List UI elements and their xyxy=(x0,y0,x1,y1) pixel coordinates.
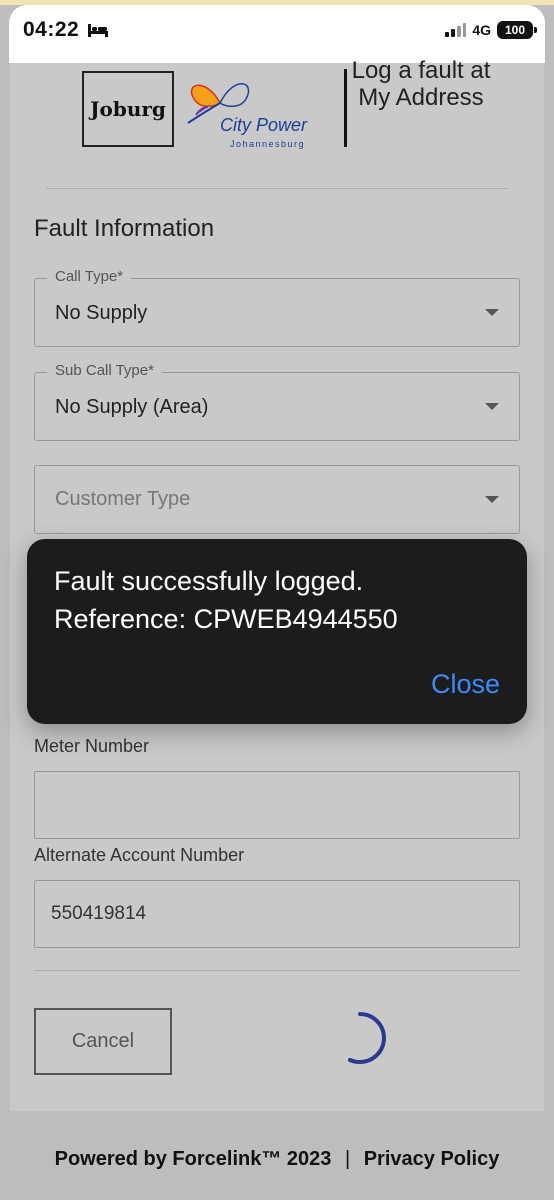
status-left: 04:22 xyxy=(23,18,109,42)
alternate-account-label: Alternate Account Number xyxy=(34,845,245,865)
header-row: Joburg City Power Johannesburg Log a fau… xyxy=(10,57,544,188)
close-button[interactable]: Close xyxy=(431,669,500,700)
meter-number-label: Meter Number xyxy=(34,736,150,756)
success-alert: Fault successfully logged. Reference: CP… xyxy=(27,539,527,724)
call-type-select[interactable]: Call Type* No Supply xyxy=(34,268,520,347)
status-bar: 04:22 4G 100 xyxy=(9,5,545,63)
call-type-label: Call Type* xyxy=(47,268,132,285)
network-type: 4G xyxy=(472,22,491,38)
page-heading: Log a fault at My Address xyxy=(351,57,491,111)
citypower-subtitle: Johannesburg xyxy=(230,139,306,149)
meter-number-input[interactable] xyxy=(34,771,520,839)
customer-type-select[interactable]: Customer Type xyxy=(34,465,520,534)
footer: Powered by Forcelink™ 2023 | Privacy Pol… xyxy=(0,1148,554,1171)
bed-icon xyxy=(88,24,109,37)
signal-icon xyxy=(445,23,467,37)
alternate-account-input[interactable]: 550419814 xyxy=(34,880,520,948)
header-separator xyxy=(46,188,508,189)
header-divider xyxy=(344,69,347,147)
sub-call-type-select[interactable]: Sub Call Type* No Supply (Area) xyxy=(34,362,520,441)
chevron-down-icon xyxy=(485,309,499,316)
battery-indicator: 100 xyxy=(497,21,537,39)
status-right: 4G 100 xyxy=(444,21,537,39)
loading-spinner-icon xyxy=(348,1012,386,1064)
form-separator xyxy=(34,970,520,971)
section-title: Fault Information xyxy=(34,215,215,242)
citypower-logo: City Power Johannesburg xyxy=(180,73,322,153)
citypower-title: City Power xyxy=(220,115,308,135)
powered-by-text: Powered by Forcelink™ 2023 xyxy=(54,1148,332,1170)
sub-call-type-value: No Supply (Area) xyxy=(55,396,209,418)
alert-line-1: Fault successfully logged. xyxy=(54,566,364,596)
chevron-down-icon xyxy=(485,496,499,503)
chevron-down-icon xyxy=(485,403,499,410)
cancel-button[interactable]: Cancel xyxy=(34,1008,172,1075)
alert-line-2: Reference: CPWEB4944550 xyxy=(54,604,398,634)
status-time: 04:22 xyxy=(23,18,80,41)
footer-separator: | xyxy=(344,1148,351,1170)
sub-call-type-label: Sub Call Type* xyxy=(47,362,162,379)
customer-type-placeholder: Customer Type xyxy=(55,488,191,510)
joburg-logo-text: Joburg xyxy=(90,97,166,121)
privacy-policy-link[interactable]: Privacy Policy xyxy=(364,1148,500,1171)
joburg-logo: Joburg xyxy=(82,71,174,147)
call-type-value: No Supply xyxy=(55,302,148,324)
alert-message: Fault successfully logged. Reference: CP… xyxy=(54,562,504,638)
